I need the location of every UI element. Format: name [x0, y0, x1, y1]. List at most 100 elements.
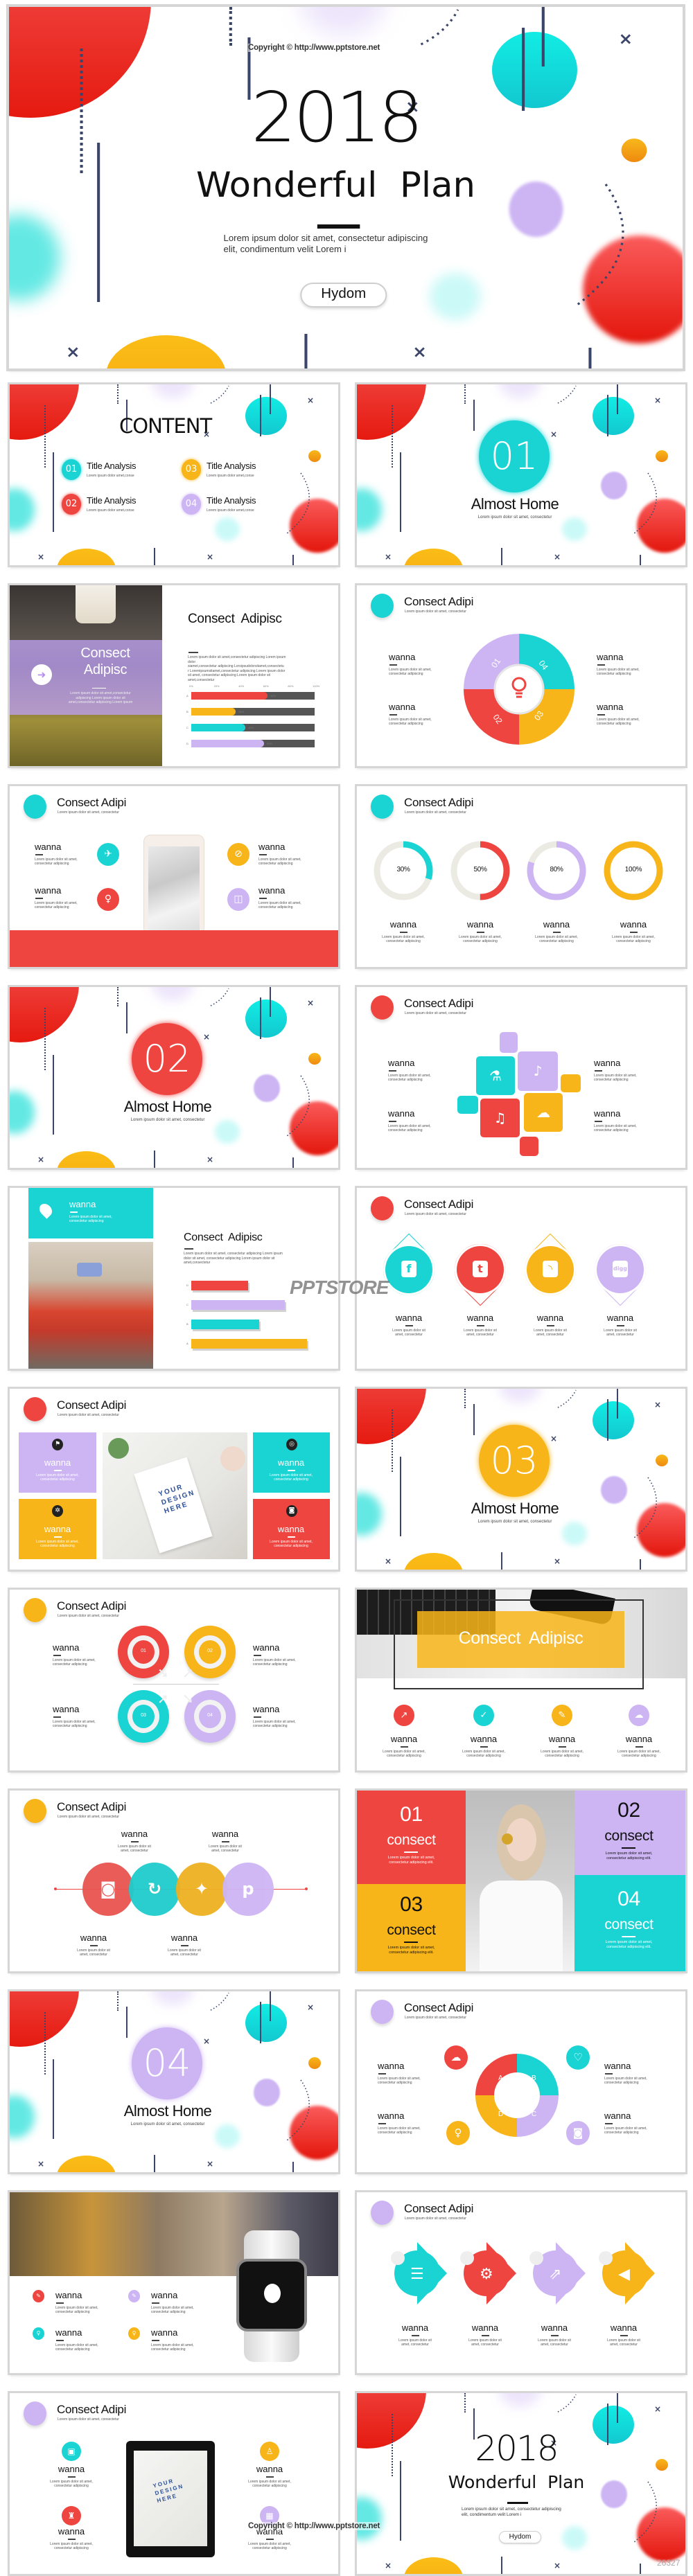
info-item: wanna Lorem ipsum dolor sit amet, consect…: [53, 1642, 115, 1667]
info-item: wanna Lorem ipsum dolor sit amet, consect…: [103, 1829, 166, 1854]
facebook-icon[interactable]: f: [385, 1246, 432, 1293]
divider: [635, 1746, 643, 1748]
bar: [191, 1320, 259, 1329]
slide-watch[interactable]: ✎ ✎ ♀ ♀ wanna Lorem ipsum dolor sit amet,…: [10, 2192, 338, 2373]
contents-item-title[interactable]: Title Analysis: [87, 461, 136, 471]
camera-icon: ◙: [286, 1505, 297, 1517]
contents-heading: CONTENT: [119, 414, 212, 438]
category-label: A: [186, 1342, 188, 1345]
contents-item-title[interactable]: Title Analysis: [87, 495, 136, 506]
item-title: wanna: [55, 2290, 82, 2300]
info-item: wanna Lorem ipsum dolor sit amet, consect…: [373, 1734, 435, 1759]
item-title: wanna: [121, 1829, 148, 1839]
pencil-icon: ✎: [552, 1705, 572, 1726]
info-item: wanna Lorem ipsum dolor sit amet, consect…: [26, 1524, 89, 1549]
divider: [56, 2340, 64, 2341]
item-text: Lorem ipsum dolor sit amet, consectetur …: [53, 1658, 96, 1667]
megaphone-icon: ✈: [97, 843, 119, 866]
item-text: Lorem ipsum dolor sit amet, consectetur …: [55, 2343, 98, 2352]
slide-section-04[interactable]: × × × × 04 Almost Home Lorem ipsum dolor sit…: [10, 1991, 338, 2172]
camera-icon: ◫: [227, 888, 249, 911]
pinterest-icon[interactable]: p: [222, 1863, 274, 1916]
item-text: Lorem ipsum dolor sit amet, consectetur …: [151, 2306, 194, 2315]
icon-glyph: ◙: [100, 1879, 116, 1899]
category-label: A: [186, 694, 188, 698]
divider: [476, 1325, 484, 1326]
item-text: Lorem ipsum dolor sit amet, consectetur …: [36, 1540, 79, 1549]
ring-segment-a[interactable]: [475, 2054, 517, 2095]
segment-label: A: [498, 2075, 503, 2082]
slide-contents[interactable]: × × × × CONTENT 01 Title Analysis Lorem ips…: [10, 384, 338, 565]
slide-section-01[interactable]: × × × × 01 Almost Home Lorem ipsum dolor sit…: [357, 384, 685, 565]
info-item: wanna Lorem ipsum dolor sit amet, consect…: [608, 1734, 670, 1759]
divider: [622, 1936, 635, 1937]
cover-slide-frame[interactable]: × × × × 2018 Wonderful Plan Lorem ipsum dol…: [9, 7, 683, 368]
item-title: wanna: [625, 1734, 653, 1744]
ring-segment-c[interactable]: [517, 2095, 559, 2137]
cover-year: 2018: [251, 78, 423, 158]
info-item: wanna Lorem ipsum dolor sit amet, consect…: [253, 1642, 315, 1667]
info-item: wanna Lorem ipsum dolor sit amet, consect…: [372, 919, 435, 944]
slide-vr-bar-chart[interactable]: wanna Lorem ipsum dolor sit amet, consect…: [10, 1188, 338, 1369]
slide-social-circles[interactable]: Consect Adipi Lorem ipsum dolor sit amet…: [10, 1791, 338, 1971]
ring-segment-d[interactable]: [475, 2095, 517, 2137]
rss-icon[interactable]: ◝: [527, 1246, 574, 1293]
divider: [317, 224, 360, 229]
divider: [287, 1536, 295, 1538]
abcd-ring: A B C D: [475, 2054, 559, 2137]
instagram-icon[interactable]: ◙: [82, 1863, 134, 1916]
cover-year: 2018: [475, 2428, 559, 2469]
twitter-icon[interactable]: t: [457, 1246, 504, 1293]
slide-laptop-banner[interactable]: Consect Adipisc ↗ ✓ ✎ ☁ wanna Lorem ipsum…: [357, 1590, 685, 1770]
slide-phone[interactable]: Consect Adipi Lorem ipsum dolor sit amet…: [10, 786, 338, 967]
slide-photo-bar-chart[interactable]: Consect Adipisc ➜ Lorem ipsum dolor sit …: [10, 585, 338, 766]
arrow-icon: ➚: [182, 1664, 194, 1681]
slide-social-drops[interactable]: Consect Adipi Lorem ipsum dolor sit amet…: [357, 1188, 685, 1369]
slide-arrow-shapes[interactable]: Consect Adipi Lorem ipsum dolor sit amet…: [357, 2192, 685, 2373]
slide-colored-boxes[interactable]: Consect Adipi Lorem ipsum dolor sit amet…: [10, 1389, 338, 1570]
ring-segment-b[interactable]: [517, 2054, 559, 2095]
slide-closing-cover[interactable]: × × × × 2018 Wonderful Plan Lorem ipsum dol…: [357, 2393, 685, 2574]
contents-item-title[interactable]: Title Analysis: [207, 495, 256, 506]
divider: [399, 932, 407, 933]
slide-subtitle: Lorem ipsum dolor sit amet, consectetur: [58, 2417, 119, 2422]
info-item: wanna Lorem ipsum dolor sit amet, consect…: [519, 1313, 581, 1338]
slide-donut-charts[interactable]: Consect Adipi Lorem ipsum dolor sit amet…: [357, 786, 685, 967]
axis-tick-label: 0%: [189, 684, 193, 688]
divider: [56, 2302, 64, 2304]
slide-arrow-circles[interactable]: Consect Adipi Lorem ipsum dolor sit amet…: [10, 1590, 338, 1770]
slide-cycle-wheel[interactable]: Consect Adipi Lorem ipsum dolor sit amet…: [357, 585, 685, 766]
slide-title: Consect Adipi: [57, 1398, 127, 1412]
coin: [502, 1833, 513, 1845]
slide-woman-tiles[interactable]: 01 consect Lorem ipsum dolor sit amet, c…: [357, 1791, 685, 1971]
plant-leaves: [108, 1438, 129, 1459]
item-text: Lorem ipsum dolor sit amet, consectetur …: [617, 1750, 660, 1759]
twitter-icon[interactable]: ✦: [176, 1863, 227, 1916]
item-title: wanna: [277, 1524, 305, 1534]
heart-icon: ♡: [566, 2045, 590, 2070]
section-number-badge: 01: [479, 420, 550, 492]
music-icon[interactable]: ↻: [129, 1863, 180, 1916]
edit-icon: ✎: [33, 2290, 44, 2302]
info-item: wanna Lorem ipsum dolor sit amet, consect…: [253, 1704, 315, 1729]
decor-x-mark: ×: [654, 1400, 662, 1410]
item-title: wanna: [536, 1313, 564, 1323]
contents-item-text: Lorem ipsum dolor amet,conse: [207, 474, 254, 478]
divider: [616, 1325, 624, 1326]
slide-puzzle-tiles[interactable]: Consect Adipi Lorem ipsum dolor sit amet…: [357, 987, 685, 1168]
bar-fill: [191, 708, 236, 716]
divider: [259, 854, 267, 855]
item-text: Lorem ipsum dolor sit amet, consectetur: [464, 1329, 497, 1338]
slide-tablet[interactable]: Consect Adipi Lorem ipsum dolor sit amet…: [10, 2393, 338, 2574]
icon-glyph: t: [473, 1261, 488, 1277]
slide-subtitle: Lorem ipsum dolor sit amet, consectetur: [405, 1212, 466, 1216]
bar-fill: [191, 740, 265, 747]
info-item: wanna Lorem ipsum dolor sit amet, consect…: [384, 2322, 446, 2347]
digg-icon[interactable]: digg: [597, 1246, 644, 1293]
contents-item-title[interactable]: Title Analysis: [207, 461, 256, 471]
item-text: Lorem ipsum dolor sit amet, consectetur …: [594, 1074, 637, 1083]
slide-section-03[interactable]: × × × × 03 Almost Home Lorem ipsum dolor sit…: [357, 1389, 685, 1570]
slide-ring-abcd[interactable]: Consect Adipi Lorem ipsum dolor sit amet…: [357, 1991, 685, 2172]
slide-section-02[interactable]: × × × × 02 Almost Home Lorem ipsum dolor sit…: [10, 987, 338, 1168]
item-text: Lorem ipsum dolor sit amet, consectetur …: [151, 2343, 194, 2352]
